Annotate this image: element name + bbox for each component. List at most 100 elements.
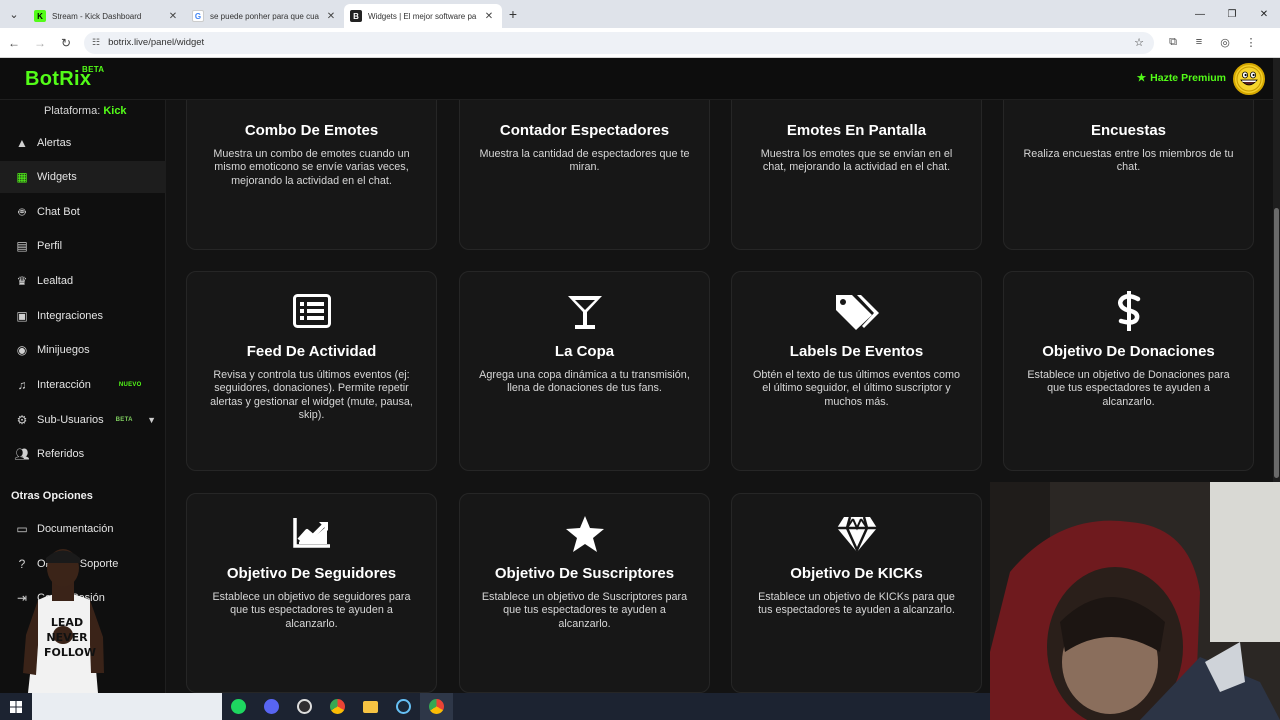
chrome-icon[interactable] — [321, 693, 354, 720]
widget-description: Muestra un combo de emotes cuando un mis… — [213, 148, 410, 187]
music-icon: ♫ — [17, 378, 27, 392]
widget-description: Establece un objetivo de Donaciones para… — [1027, 369, 1230, 408]
sidebar-item-label: Perfil — [37, 240, 63, 252]
extensions-icon[interactable]: ⧉ — [1160, 36, 1186, 49]
sidebar-item-label: Interacción — [37, 379, 91, 391]
widget-card-objetivo-seguidores[interactable]: Objetivo De Seguidores Establece un obje… — [186, 493, 437, 693]
widget-title: Objetivo De Seguidores — [226, 565, 397, 582]
new-badge: NUEVO — [118, 382, 142, 388]
browser-tab-google[interactable]: G se puede ponher para que cua ✕ — [186, 4, 344, 28]
widget-title: Encuestas — [1090, 122, 1167, 139]
url-input[interactable]: ☷ botrix.live/panel/widget ☆ — [84, 31, 1154, 54]
sidebar-item-documentacion[interactable]: ▭ Documentación — [0, 513, 166, 545]
user-avatar[interactable] — [1233, 63, 1265, 95]
widget-description: Revisa y controla tus últimos eventos (e… — [210, 369, 413, 421]
gamepad-icon: ◉ — [16, 343, 28, 357]
widget-card-feed-actividad[interactable]: Feed De Actividad Revisa y controla tus … — [186, 271, 437, 471]
minimize-icon[interactable]: — — [1184, 0, 1216, 28]
widget-description: Realiza encuestas entre los miembros de … — [1023, 148, 1234, 174]
tab-title: Widgets | El mejor software pa — [368, 11, 477, 21]
star-icon — [460, 515, 709, 553]
reload-icon[interactable]: ↻ — [54, 31, 78, 55]
google-favicon-icon: G — [192, 10, 204, 22]
webcam-overlay-right — [990, 482, 1280, 720]
new-tab-button[interactable]: + — [502, 6, 524, 22]
sidebar-item-alertas[interactable]: ▲ Alertas — [0, 127, 166, 159]
discord-icon[interactable] — [255, 693, 288, 720]
spotify-icon[interactable] — [222, 693, 255, 720]
sidebar-section-title: Otras Opciones — [11, 490, 93, 502]
sidebar-item-chat-bot[interactable]: 🤖︎ Chat Bot — [0, 196, 166, 228]
users-cog-icon: ⚙ — [16, 413, 28, 427]
widget-description: Agrega una copa dinámica a tu transmisió… — [479, 369, 690, 395]
sidebar-item-integraciones[interactable]: ▣ Integraciones — [0, 300, 166, 332]
scrollbar-thumb[interactable] — [1274, 208, 1279, 478]
browser-tab-botrix[interactable]: B Widgets | El mejor software pa ✕ — [344, 4, 502, 28]
sidebar-item-lealtad[interactable]: ♛ Lealtad — [0, 265, 166, 297]
shirt-text: LEAD NEVER FOLLOW — [44, 616, 96, 659]
sidebar-item-sub-usuarios[interactable]: ⚙ Sub-Usuarios BETA ▼ — [0, 404, 166, 436]
sidebar-item-minijuegos[interactable]: ◉ Minijuegos — [0, 334, 166, 366]
widget-title: Emotes En Pantalla — [786, 122, 927, 139]
taskbar-search-input[interactable] — [32, 693, 222, 720]
bookmark-star-icon[interactable]: ☆ — [1134, 36, 1144, 49]
sidebar-item-label: Integraciones — [37, 310, 104, 322]
obs-icon[interactable] — [288, 693, 321, 720]
chrome-active-icon[interactable] — [420, 693, 453, 720]
profile-icon[interactable]: ◎ — [1212, 36, 1238, 49]
forward-icon[interactable]: → — [28, 31, 52, 55]
tab-close-icon[interactable]: ✕ — [166, 11, 180, 22]
site-info-icon[interactable]: ☷ — [92, 37, 100, 48]
widget-description: Muestra la cantidad de espectadores que … — [479, 148, 690, 174]
users-icon: 👥︎ — [14, 447, 30, 461]
botrix-favicon-icon: B — [350, 10, 362, 22]
steam-icon[interactable] — [387, 693, 420, 720]
beta-badge: BETA — [115, 417, 133, 423]
widget-card-objetivo-donaciones[interactable]: Objetivo De Donaciones Establece un obje… — [1003, 271, 1254, 471]
chevron-down-icon[interactable]: ▼ — [147, 415, 156, 425]
sidebar-item-widgets[interactable]: ▦ Widgets — [0, 161, 166, 193]
close-window-icon[interactable]: ✕ — [1248, 0, 1280, 28]
sidebar-item-label: Lealtad — [37, 275, 74, 287]
sidebar-item-label: Sub-Usuarios — [37, 414, 104, 426]
widget-card-labels-eventos[interactable]: Labels De Eventos Obtén el texto de tus … — [731, 271, 982, 471]
premium-button[interactable]: ★ Hazte Premium — [1137, 72, 1226, 84]
id-card-icon: ▤ — [16, 239, 28, 253]
address-bar: ← → ↻ ☷ botrix.live/panel/widget ☆ ⧉ ≡ ◎… — [0, 28, 1280, 58]
menu-icon[interactable]: ⋮ — [1238, 36, 1264, 49]
widget-card-la-copa[interactable]: La Copa Agrega una copa dinámica a tu tr… — [459, 271, 710, 471]
file-explorer-icon[interactable] — [354, 693, 387, 720]
botrix-logo[interactable]: BotRix BETA — [25, 65, 104, 91]
sidebar-item-perfil[interactable]: ▤ Perfil — [0, 230, 166, 262]
widget-title: Combo De Emotes — [244, 122, 379, 139]
robot-icon: 🤖︎ — [18, 204, 26, 219]
platform-label: Plataforma: — [44, 105, 101, 117]
windows-start-icon[interactable] — [0, 700, 32, 713]
dollar-icon — [1004, 290, 1253, 332]
browser-tab-kick[interactable]: K Stream - Kick Dashboard ✕ — [28, 4, 186, 28]
webcam-overlay-left: LEAD NEVER FOLLOW — [18, 545, 108, 693]
browser-tab-bar: ⌄ K Stream - Kick Dashboard ✕ G se puede… — [0, 0, 1280, 28]
book-icon: ▭ — [16, 522, 28, 536]
sidebar-item-interaccion[interactable]: ♫ Interacción NUEVO — [0, 369, 166, 401]
widget-description: Establece un objetivo de seguidores para… — [212, 591, 411, 630]
media-icon[interactable]: ≡ — [1186, 36, 1212, 49]
sidebar-item-label: Minijuegos — [37, 344, 90, 356]
premium-label: Hazte Premium — [1150, 72, 1226, 84]
plug-icon: ▣ — [16, 309, 28, 323]
restore-icon[interactable]: ❐ — [1216, 0, 1248, 28]
widget-card-objetivo-suscriptores[interactable]: Objetivo De Suscriptores Establece un ob… — [459, 493, 710, 693]
sidebar-item-label: Chat Bot — [37, 206, 80, 218]
sidebar-item-label: Alertas — [37, 137, 72, 149]
widget-description: Establece un objetivo de KICKs para que … — [758, 591, 955, 617]
widget-card-objetivo-kicks[interactable]: Objetivo De KICKs Establece un objetivo … — [731, 493, 982, 693]
sidebar-item-label: Documentación — [37, 523, 114, 535]
tab-search-icon[interactable]: ⌄ — [0, 0, 28, 28]
sidebar-item-referidos[interactable]: 👥︎ Referidos — [0, 438, 166, 470]
tab-close-icon[interactable]: ✕ — [324, 11, 338, 22]
sidebar-item-label: Widgets — [37, 171, 77, 183]
back-icon[interactable]: ← — [2, 31, 26, 55]
tab-close-icon[interactable]: ✕ — [482, 11, 496, 22]
grid-icon: ▦ — [16, 170, 28, 184]
chart-icon — [187, 518, 436, 548]
